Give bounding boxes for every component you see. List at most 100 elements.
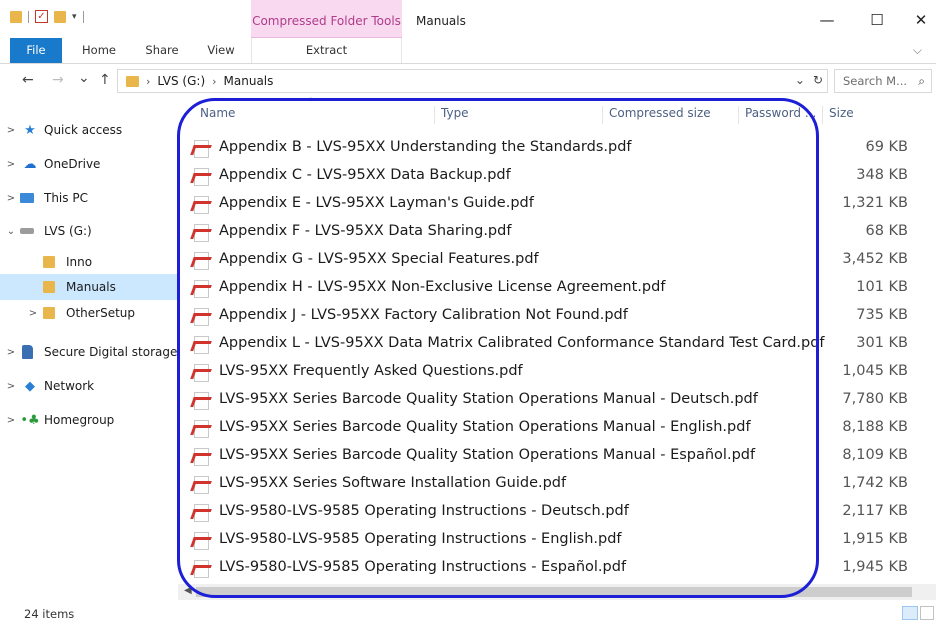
column-header-type[interactable]: Type bbox=[434, 106, 602, 124]
large-icons-view-icon[interactable] bbox=[920, 606, 934, 620]
file-row[interactable]: LVS-9580-LVS-9585 Operating Instructions… bbox=[186, 526, 922, 554]
search-input[interactable]: Search M... ⌕ bbox=[834, 69, 932, 93]
pdf-file-icon bbox=[190, 532, 212, 550]
horizontal-scrollbar[interactable]: ◀ bbox=[178, 584, 936, 600]
refresh-icon[interactable]: ↻ bbox=[813, 73, 823, 87]
column-header-size[interactable]: Size bbox=[822, 106, 932, 124]
context-tab-header: Compressed Folder Tools bbox=[251, 0, 402, 38]
address-bar[interactable]: › LVS (G:) › Manuals ⌄ ↻ bbox=[117, 69, 828, 93]
drive-icon bbox=[20, 228, 34, 234]
nav-item-label: Inno bbox=[66, 255, 93, 269]
file-row[interactable]: Appendix F - LVS-95XX Data Sharing.pdf 6… bbox=[186, 218, 922, 246]
file-row[interactable]: LVS-9580-LVS-9585 Operating Instructions… bbox=[186, 554, 922, 582]
search-icon[interactable]: ⌕ bbox=[918, 74, 925, 89]
chevron-right-icon[interactable]: › bbox=[146, 75, 150, 88]
file-row[interactable]: LVS-95XX Series Barcode Quality Station … bbox=[186, 414, 922, 442]
expand-arrow-icon[interactable]: > bbox=[0, 381, 22, 392]
file-row[interactable]: LVS-95XX Series Barcode Quality Station … bbox=[186, 442, 922, 470]
minimize-button[interactable]: — bbox=[812, 8, 842, 32]
file-row[interactable]: Appendix B - LVS-95XX Understanding the … bbox=[186, 134, 922, 162]
file-row[interactable]: Appendix G - LVS-95XX Special Features.p… bbox=[186, 246, 922, 274]
nav-item-inno[interactable]: Inno bbox=[0, 249, 178, 275]
file-name: Appendix E - LVS-95XX Layman's Guide.pdf bbox=[219, 195, 534, 211]
expand-arrow-icon[interactable]: > bbox=[0, 347, 22, 358]
properties-check-icon[interactable]: ✓ bbox=[35, 10, 48, 23]
recent-locations-icon[interactable]: ⌄ bbox=[78, 70, 90, 86]
column-header-password[interactable]: Password ... bbox=[738, 106, 822, 124]
column-header-name[interactable]: Name bbox=[194, 106, 434, 124]
file-row[interactable]: LVS-9580-LVS-9585 Operating Instructions… bbox=[186, 498, 922, 526]
close-button[interactable]: ✕ bbox=[906, 8, 936, 32]
file-row[interactable]: Appendix C - LVS-95XX Data Backup.pdf 34… bbox=[186, 162, 922, 190]
nav-item-label: LVS (G:) bbox=[44, 224, 92, 238]
file-row[interactable]: Appendix E - LVS-95XX Layman's Guide.pdf… bbox=[186, 190, 922, 218]
expand-arrow-icon[interactable]: > bbox=[0, 159, 22, 170]
chevron-right-icon[interactable]: › bbox=[212, 75, 216, 88]
scroll-left-icon[interactable]: ◀ bbox=[184, 585, 192, 596]
file-row[interactable]: Appendix L - LVS-95XX Data Matrix Calibr… bbox=[186, 330, 922, 358]
nav-item-label: Quick access bbox=[44, 123, 123, 137]
nav-item-label: Manuals bbox=[66, 280, 116, 294]
up-arrow-icon[interactable]: ↑ bbox=[99, 72, 111, 88]
file-name: Appendix F - LVS-95XX Data Sharing.pdf bbox=[219, 223, 512, 239]
nav-item-this-pc[interactable]: > This PC bbox=[0, 185, 178, 211]
tab-extract[interactable]: Extract bbox=[251, 38, 402, 63]
breadcrumb-drive[interactable]: LVS (G:) bbox=[157, 74, 205, 88]
pdf-file-icon bbox=[190, 392, 212, 410]
file-size: 1,742 KB bbox=[842, 475, 908, 491]
file-row[interactable]: LVS-95XX Series Software Installation Gu… bbox=[186, 470, 922, 498]
file-name: LVS-95XX Series Software Installation Gu… bbox=[219, 475, 567, 491]
collapse-arrow-icon[interactable]: ⌄ bbox=[0, 226, 22, 237]
file-name: LVS-9580-LVS-9585 Operating Instructions… bbox=[219, 531, 622, 547]
nav-item-onedrive[interactable]: > ☁ OneDrive bbox=[0, 151, 178, 177]
nav-item-quick-access[interactable]: > ★ Quick access bbox=[0, 117, 178, 143]
pdf-file-icon bbox=[190, 504, 212, 522]
nav-item-manuals[interactable]: Manuals bbox=[0, 274, 178, 300]
tab-view[interactable]: View bbox=[196, 38, 246, 63]
quick-access-toolbar: ✓ ▾ bbox=[10, 10, 84, 23]
nav-item-homegroup[interactable]: > •♣ Homegroup bbox=[0, 407, 178, 433]
customize-toolbar-icon[interactable]: ▾ bbox=[72, 12, 77, 22]
file-size: 69 KB bbox=[865, 139, 908, 155]
file-row[interactable]: LVS-95XX Frequently Asked Questions.pdf … bbox=[186, 358, 922, 386]
tab-file[interactable]: File bbox=[10, 38, 62, 63]
address-dropdown-icon[interactable]: ⌄ bbox=[795, 73, 805, 87]
file-size: 8,188 KB bbox=[842, 419, 908, 435]
details-view-icon[interactable] bbox=[902, 606, 918, 620]
folder-icon[interactable] bbox=[10, 10, 22, 23]
pdf-file-icon bbox=[190, 252, 212, 270]
file-row[interactable]: LVS-95XX Series Barcode Quality Station … bbox=[186, 386, 922, 414]
pdf-file-icon bbox=[190, 280, 212, 298]
file-size: 2,117 KB bbox=[842, 503, 908, 519]
tab-share[interactable]: Share bbox=[134, 38, 190, 63]
back-arrow-icon[interactable]: ← bbox=[22, 72, 34, 88]
breadcrumb-manuals[interactable]: Manuals bbox=[224, 74, 274, 88]
file-row[interactable]: Appendix J - LVS-95XX Factory Calibratio… bbox=[186, 302, 922, 330]
pdf-file-icon bbox=[190, 224, 212, 242]
forward-arrow-icon[interactable]: → bbox=[52, 72, 64, 88]
file-size: 8,109 KB bbox=[842, 447, 908, 463]
file-name: Appendix J - LVS-95XX Factory Calibratio… bbox=[219, 307, 628, 323]
expand-arrow-icon[interactable]: > bbox=[0, 125, 22, 136]
file-size: 7,780 KB bbox=[842, 391, 908, 407]
nav-item-network[interactable]: > ◆ Network bbox=[0, 373, 178, 399]
sd-card-icon bbox=[21, 345, 33, 359]
tab-home[interactable]: Home bbox=[70, 38, 128, 63]
navigation-pane: > ★ Quick access > ☁ OneDrive > This PC … bbox=[0, 98, 178, 596]
nav-item-lvs-drive[interactable]: ⌄ LVS (G:) bbox=[0, 218, 178, 244]
new-folder-icon[interactable] bbox=[54, 10, 66, 23]
nav-item-othersetup[interactable]: > OtherSetup bbox=[0, 300, 178, 326]
scrollbar-thumb[interactable] bbox=[196, 587, 912, 597]
context-tab-label: Compressed Folder Tools bbox=[252, 14, 401, 28]
expand-arrow-icon[interactable]: > bbox=[0, 193, 22, 204]
expand-ribbon-icon[interactable]: ⌵ bbox=[913, 43, 922, 58]
file-name: LVS-95XX Series Barcode Quality Station … bbox=[219, 447, 756, 463]
file-list: Appendix B - LVS-95XX Understanding the … bbox=[186, 134, 922, 582]
maximize-button[interactable]: ☐ bbox=[862, 8, 892, 32]
expand-arrow-icon[interactable]: > bbox=[0, 415, 22, 426]
column-header-compressed-size[interactable]: Compressed size bbox=[602, 106, 738, 124]
expand-arrow-icon[interactable]: > bbox=[22, 308, 44, 319]
file-row[interactable]: Appendix H - LVS-95XX Non-Exclusive Lice… bbox=[186, 274, 922, 302]
nav-item-secure-digital[interactable]: > Secure Digital storage bbox=[0, 339, 178, 365]
item-count: 24 items bbox=[24, 607, 75, 621]
